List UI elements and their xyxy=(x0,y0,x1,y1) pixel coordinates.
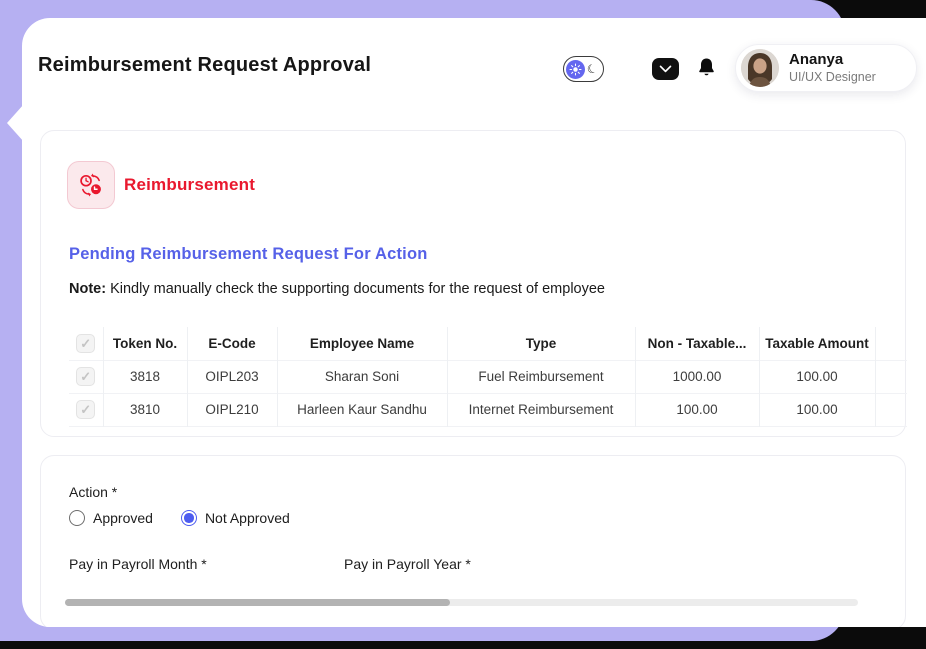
cell-taxable: 100.00 xyxy=(759,360,875,393)
horizontal-scrollbar-track[interactable] xyxy=(65,599,858,606)
cell-token: 3810 xyxy=(103,393,187,426)
cell-employee-name: Sharan Soni xyxy=(277,360,447,393)
col-token: Token No. xyxy=(103,327,187,360)
cell-non-taxable: 1000.00 xyxy=(635,360,759,393)
section-heading: Pending Reimbursement Request For Action xyxy=(69,245,428,264)
table-row: ✓ 3810 OIPL210 Harleen Kaur Sandhu Inter… xyxy=(69,393,907,426)
mail-icon xyxy=(658,64,673,75)
col-taxable: Taxable Amount xyxy=(759,327,875,360)
col-ghost xyxy=(875,327,907,360)
note-label: Note: xyxy=(69,281,106,297)
cell-ghost xyxy=(875,393,907,426)
cell-type: Internet Reimbursement xyxy=(447,393,635,426)
mail-button[interactable] xyxy=(652,58,679,80)
col-ecode: E-Code xyxy=(187,327,277,360)
select-all-checkbox[interactable]: ✓ xyxy=(76,334,95,353)
bell-icon xyxy=(697,57,716,80)
radio-approved-icon[interactable] xyxy=(69,510,85,526)
panel-pointer-notch xyxy=(7,104,24,142)
action-radio-group: Approved Not Approved xyxy=(69,510,290,526)
cell-token: 3818 xyxy=(103,360,187,393)
table-header-row: ✓ Token No. E-Code Employee Name Type No… xyxy=(69,327,907,360)
payroll-year-label: Pay in Payroll Year * xyxy=(344,556,471,572)
moon-icon: ☾ xyxy=(585,62,599,77)
cell-taxable: 100.00 xyxy=(759,393,875,426)
cell-type: Fuel Reimbursement xyxy=(447,360,635,393)
user-profile-card[interactable]: Ananya UI/UX Designer xyxy=(735,44,917,92)
horizontal-scrollbar-thumb[interactable] xyxy=(65,599,450,606)
cell-ecode: OIPL210 xyxy=(187,393,277,426)
pending-requests-card: Reimbursement Pending Reimbursement Requ… xyxy=(40,130,906,437)
theme-toggle[interactable]: ☾ xyxy=(563,56,604,82)
radio-option-approved[interactable]: Approved xyxy=(69,510,153,526)
col-type: Type xyxy=(447,327,635,360)
col-non-taxable: Non - Taxable... xyxy=(635,327,759,360)
user-name: Ananya xyxy=(789,51,876,70)
radio-not-approved-label: Not Approved xyxy=(205,510,290,526)
col-employee-name: Employee Name xyxy=(277,327,447,360)
note-body: Kindly manually check the supporting doc… xyxy=(110,281,605,297)
row-checkbox[interactable]: ✓ xyxy=(76,367,95,386)
radio-not-approved-icon[interactable] xyxy=(181,510,197,526)
row-checkbox[interactable]: ✓ xyxy=(76,400,95,419)
payroll-month-label: Pay in Payroll Month * xyxy=(69,556,207,572)
note-text: Note: Kindly manually check the supporti… xyxy=(69,281,605,297)
notification-button[interactable] xyxy=(694,55,718,82)
cell-employee-name: Harleen Kaur Sandhu xyxy=(277,393,447,426)
radio-option-not-approved[interactable]: Not Approved xyxy=(181,510,290,526)
reimbursement-icon xyxy=(67,161,115,209)
cell-non-taxable: 100.00 xyxy=(635,393,759,426)
radio-approved-label: Approved xyxy=(93,510,153,526)
action-field-label: Action * xyxy=(69,484,117,500)
cell-ecode: OIPL203 xyxy=(187,360,277,393)
user-role: UI/UX Designer xyxy=(789,70,876,86)
pending-requests-table: ✓ Token No. E-Code Employee Name Type No… xyxy=(69,327,907,427)
table-row: ✓ 3818 OIPL203 Sharan Soni Fuel Reimburs… xyxy=(69,360,907,393)
page-title: Reimbursement Request Approval xyxy=(38,54,371,77)
module-title: Reimbursement xyxy=(124,161,255,209)
main-panel: Reimbursement Request Approval ☾ xyxy=(22,18,926,627)
user-avatar xyxy=(741,49,779,87)
sun-icon xyxy=(566,60,585,79)
cell-ghost xyxy=(875,360,907,393)
